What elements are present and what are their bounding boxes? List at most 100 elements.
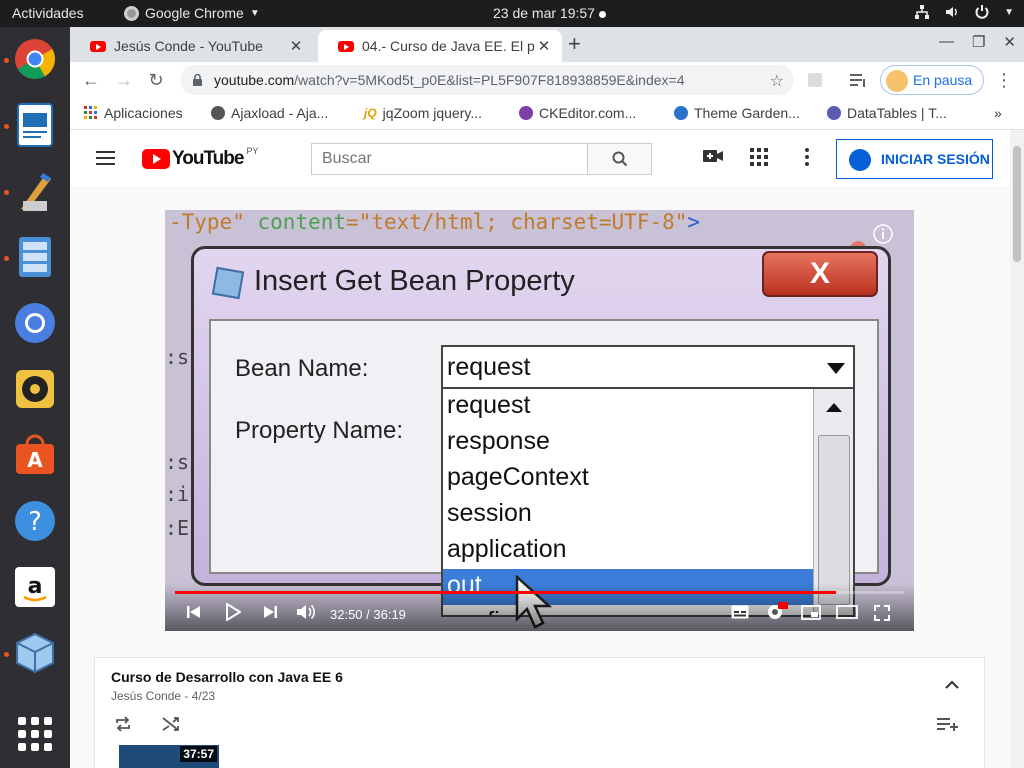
play-icon[interactable] [225, 603, 241, 621]
search-input[interactable] [311, 143, 588, 175]
bookmark-datatables[interactable]: DataTables | T... [827, 105, 947, 121]
subtitles-icon[interactable] [731, 605, 749, 619]
reload-icon[interactable]: ↻ [144, 68, 168, 92]
video-camera-icon[interactable] [703, 148, 723, 164]
amazon-launcher[interactable]: a [11, 563, 59, 611]
playlist-author[interactable]: Jesús Conde [111, 689, 181, 703]
window-controls: — ❐ ✕ [939, 33, 1016, 51]
draw-launcher[interactable] [11, 167, 59, 215]
bookmark-apps[interactable]: Aplicaciones [84, 105, 183, 121]
fullscreen-icon[interactable] [874, 605, 890, 621]
browser-toolbar: ← → ↻ youtube.com/watch?v=5MKod5t_p0E&li… [70, 62, 1024, 98]
previous-icon[interactable] [187, 605, 201, 619]
extension-icon[interactable] [807, 72, 823, 88]
chrome-launcher[interactable] [11, 35, 59, 83]
code-attr: -Type" [169, 210, 258, 234]
profile-button[interactable]: En pausa [880, 65, 984, 95]
time-display: 32:50 / 36:19 [330, 607, 406, 622]
profile-status: En pausa [913, 72, 973, 88]
close-window-icon[interactable]: ✕ [1003, 33, 1016, 51]
app-menu[interactable]: Google Chrome ▼ [124, 5, 260, 21]
power-icon [975, 5, 989, 19]
info-icon[interactable] [873, 224, 893, 244]
show-applications-grid-icon[interactable] [18, 717, 52, 751]
running-indicator [4, 652, 9, 657]
tab-title: Jesús Conde - YouTube [114, 38, 263, 54]
minimize-icon[interactable]: — [939, 33, 954, 51]
software-launcher[interactable]: A [11, 431, 59, 479]
bookmark-label: DataTables | T... [847, 105, 947, 121]
new-tab-plus-icon[interactable]: + [568, 33, 581, 55]
playlist-title[interactable]: Curso de Desarrollo con Java EE 6 [111, 669, 343, 685]
forward-arrow-icon[interactable]: → [112, 68, 136, 92]
youtube-favicon-icon [90, 40, 106, 52]
sign-in-button[interactable]: INICIAR SESIÓN [836, 139, 993, 179]
netbeans-launcher[interactable] [11, 629, 59, 677]
bookmark-ckeditor[interactable]: CKEditor.com... [519, 105, 636, 121]
chevron-up-icon[interactable] [945, 680, 959, 690]
scroll-thumb[interactable] [1013, 146, 1021, 262]
writer-launcher[interactable] [11, 101, 59, 149]
more-menu-icon[interactable]: ⋮ [992, 68, 1016, 92]
running-indicator [4, 124, 9, 129]
playlist-video-thumbnail[interactable]: 37:57 [119, 745, 219, 768]
chrome-window: Jesús Conde - YouTube ✕ 04.- Curso de Ja… [70, 27, 1024, 768]
system-tray[interactable]: ▼ [914, 4, 1014, 20]
bookmark-label: Theme Garden... [694, 105, 800, 121]
combo-value: request [447, 353, 531, 381]
add-to-queue-icon[interactable] [937, 718, 959, 732]
cube-icon [211, 266, 245, 300]
bookmark-star-icon[interactable]: ☆ [770, 71, 784, 91]
back-arrow-icon[interactable]: ← [79, 68, 103, 92]
page-scrollbar[interactable] [1010, 130, 1024, 768]
hamburger-menu-icon[interactable] [96, 151, 115, 169]
apps-grid-icon [84, 106, 97, 119]
activities-button[interactable]: Actividades [12, 5, 84, 21]
code-background-line: -Type" content="text/html; charset=UTF-8… [169, 210, 700, 234]
theater-mode-icon[interactable] [836, 605, 858, 619]
video-duration: 37:57 [180, 746, 217, 762]
shuffle-icon[interactable] [162, 716, 180, 732]
bookmark-theme-garden[interactable]: Theme Garden... [674, 105, 800, 121]
close-tab-icon[interactable]: ✕ [288, 37, 304, 55]
tab-jesus-conde[interactable]: Jesús Conde - YouTube ✕ [70, 30, 314, 62]
speaker-icon [16, 370, 54, 408]
sign-in-label: INICIAR SESIÓN [881, 151, 990, 167]
next-icon[interactable] [263, 605, 277, 619]
volume-icon[interactable] [296, 603, 316, 621]
clock-text: 23 de mar 19:57 [493, 5, 595, 21]
help-launcher[interactable]: ? [11, 497, 59, 545]
loop-icon[interactable] [114, 716, 132, 732]
address-bar[interactable]: youtube.com/watch?v=5MKod5t_p0E&list=PL5… [180, 65, 794, 95]
video-controls: 32:50 / 36:19 [165, 583, 914, 631]
search-button[interactable] [587, 143, 652, 175]
settings-gear-icon[interactable] [766, 602, 788, 620]
progress-bar[interactable] [175, 591, 904, 594]
restore-icon[interactable]: ❐ [972, 33, 985, 51]
shopping-bag-icon: A [16, 434, 54, 474]
rhythmbox-launcher[interactable] [11, 365, 59, 413]
more-vertical-icon[interactable] [805, 148, 809, 166]
code-fragment: :s [165, 345, 190, 369]
miniplayer-icon[interactable] [801, 605, 821, 620]
playlist-panel: Curso de Desarrollo con Java EE 6 Jesús … [94, 657, 985, 768]
tab-java-ee-course[interactable]: 04.- Curso de Java EE. El p ✕ [318, 30, 562, 62]
apps-grid-icon[interactable] [750, 148, 768, 166]
playlist-position: 4/23 [191, 689, 216, 703]
chrome-icon [15, 39, 55, 79]
bookmark-jqzoom[interactable]: jQ jqZoom jquery... [364, 105, 482, 121]
clock[interactable]: 23 de mar 19:57 [493, 5, 606, 21]
bookmark-ajaxload[interactable]: Ajaxload - Aja... [211, 105, 328, 121]
list-item: request [447, 391, 531, 419]
media-queue-icon[interactable] [850, 73, 868, 87]
files-launcher[interactable] [11, 233, 59, 281]
chevron-down-icon: ▼ [1004, 6, 1014, 18]
video-player[interactable]: -Type" content="text/html; charset=UTF-8… [165, 210, 914, 631]
more-bookmarks-chevron-icon[interactable]: » [994, 105, 1002, 121]
chromium-launcher[interactable] [11, 299, 59, 347]
list-item: pageContext [447, 463, 589, 491]
code-string: ="text/html; charset=UTF-8" [346, 210, 688, 234]
bean-name-label: Bean Name: [235, 355, 369, 382]
youtube-logo[interactable]: YouTube PY [142, 146, 258, 170]
close-tab-icon[interactable]: ✕ [536, 37, 552, 55]
